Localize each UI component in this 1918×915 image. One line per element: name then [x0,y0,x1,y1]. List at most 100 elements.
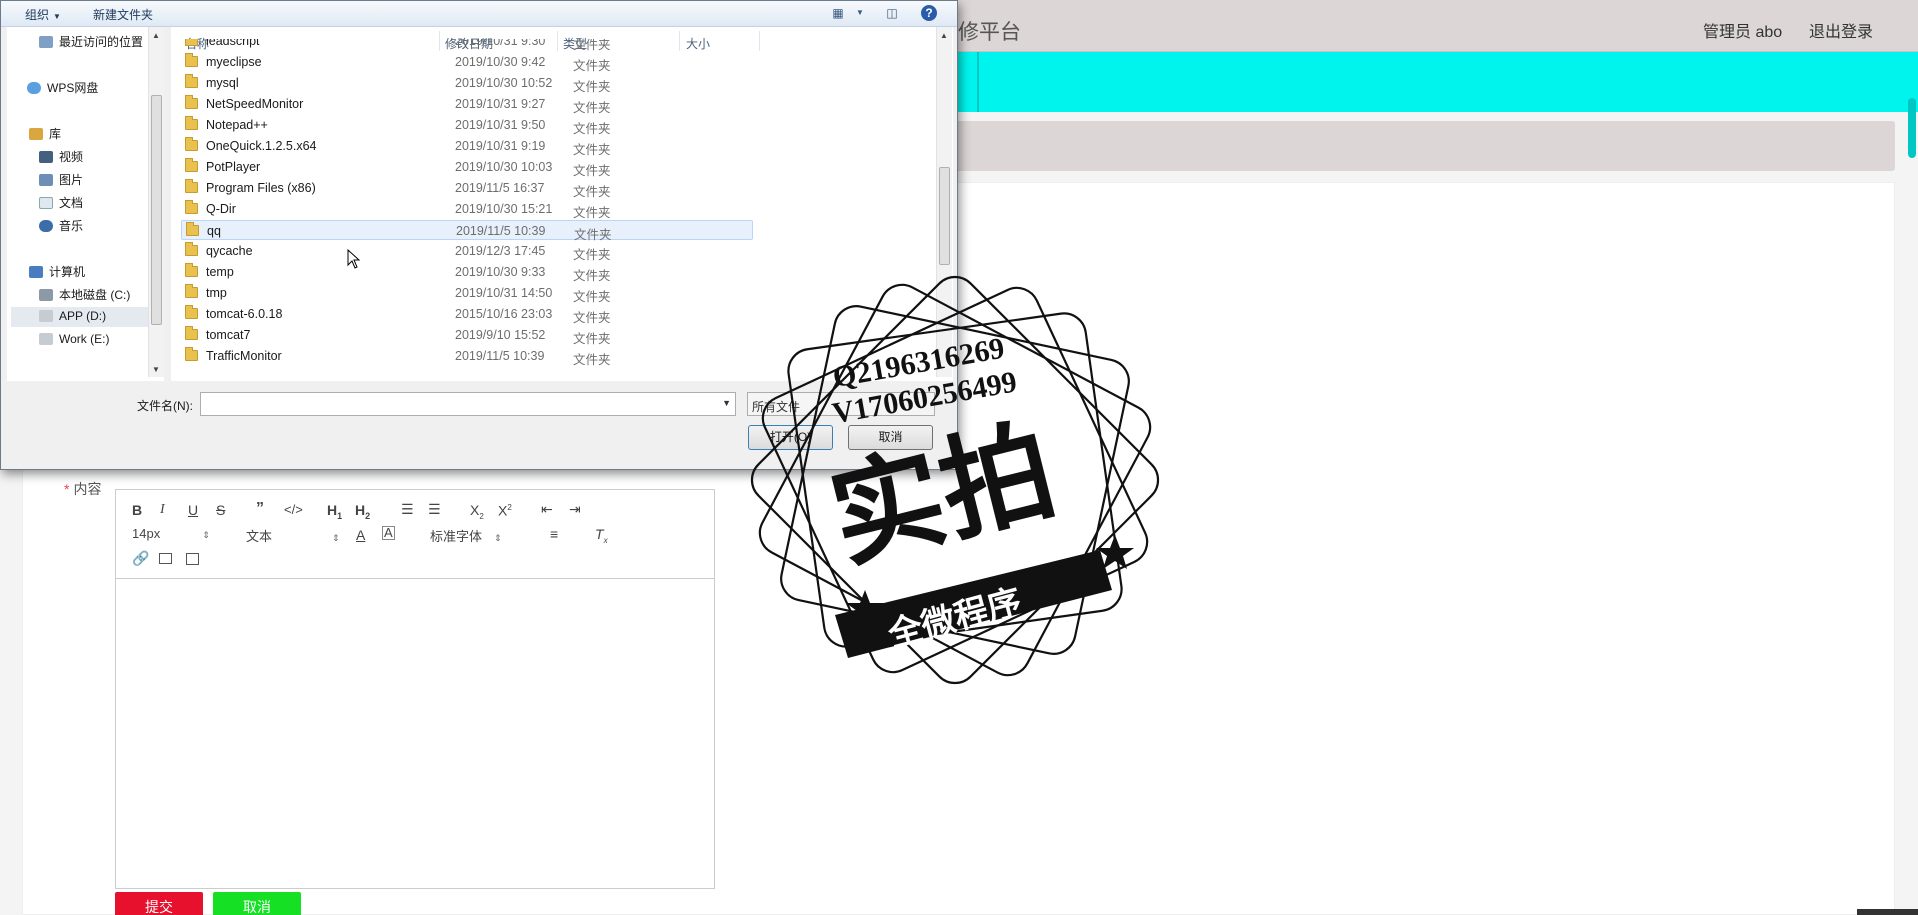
nav-item-label: 视频 [59,150,84,164]
font-family-select[interactable]: 标准字体 ⇕ [430,526,502,545]
cancel-button[interactable]: 取消 [213,892,301,915]
navigation-pane: 最近访问的位置 WPS网盘 库 视频 图片 文档 音乐 计算机 本地磁盘 (C:… [7,27,164,381]
new-folder-button[interactable]: 新建文件夹 [93,6,153,23]
organize-label: 组织 [25,8,50,22]
filename-input[interactable]: ▼ [200,392,736,416]
file-row[interactable]: OneQuick.1.2.5.x64 2019/10/31 9:19 文件夹 [181,136,927,157]
file-row[interactable]: NetSpeedMonitor 2019/10/31 9:27 文件夹 [181,94,927,115]
open-button[interactable]: 打开(O) [748,425,833,450]
nav-item-drive-e[interactable]: Work (E:) [39,332,109,346]
video-icon[interactable] [186,553,199,565]
outdent-icon[interactable]: ⇤ [541,500,553,518]
file-list-scrollbar[interactable]: ▲ [936,27,952,377]
dialog-cancel-button[interactable]: 取消 [848,425,933,450]
video-icon [39,151,53,163]
heading1-icon[interactable]: H1 [327,501,342,525]
block-type-select[interactable]: 文本 ⇕ [246,526,340,545]
file-type-select[interactable]: 所有文件 [747,392,935,416]
font-size-select[interactable]: 14px ⇕ [132,526,210,541]
nav-item-recent[interactable]: 最近访问的位置 [39,33,143,50]
editor-content-area[interactable] [116,579,714,888]
background-color-icon[interactable]: A [382,526,395,540]
file-scroll-thumb[interactable] [939,167,950,265]
scroll-down-icon[interactable]: ▼ [152,365,160,374]
organize-menu[interactable]: 组织 ▼ [25,6,61,23]
folder-icon [185,200,198,214]
font-color-icon[interactable]: A [356,526,365,544]
file-name: OneQuick.1.2.5.x64 [206,139,317,153]
nav-item-label: 本地磁盘 (C:) [59,288,131,302]
file-modified-date: 2019/10/31 14:50 [455,286,553,300]
unordered-list-icon[interactable]: ☰ [428,500,441,518]
image-icon[interactable] [159,553,172,564]
file-modified-date: 2019/11/5 10:39 [456,224,546,238]
folder-icon [185,263,198,277]
submit-button[interactable]: 提交 [115,892,203,915]
drive-icon [39,289,53,301]
ordered-list-icon[interactable]: ☰ [401,500,414,518]
underline-icon[interactable]: U [188,501,198,519]
scroll-up-icon[interactable]: ▲ [152,31,160,40]
preview-pane-icon[interactable]: ◫ [883,5,901,21]
indent-icon[interactable]: ⇥ [569,500,581,518]
file-row[interactable]: TrafficMonitor 2019/11/5 10:39 文件夹 [181,346,927,367]
nav-item-computer[interactable]: 计算机 [29,263,85,280]
file-row[interactable]: leadscript 2019/10/31 9:30 文件夹 [181,39,927,51]
nav-item-wps[interactable]: WPS网盘 [27,79,98,96]
file-row[interactable]: mysql 2019/10/30 10:52 文件夹 [181,73,927,94]
current-user[interactable]: 管理员 abo [1703,18,1782,42]
nav-scroll-thumb[interactable] [151,95,162,325]
view-options-icon[interactable]: ▦ [829,5,847,21]
bold-icon[interactable]: B [132,501,142,519]
file-type: 文件夹 [573,206,611,220]
file-name: mysql [206,76,239,90]
view-dropdown-icon[interactable]: ▼ [851,5,869,21]
help-icon[interactable]: ? [921,5,937,21]
file-row[interactable]: Program Files (x86) 2019/11/5 16:37 文件夹 [181,178,927,199]
folder-icon [185,305,198,319]
file-row[interactable]: PotPlayer 2019/10/30 10:03 文件夹 [181,157,927,178]
file-name: PotPlayer [206,160,261,174]
heading2-icon[interactable]: H2 [355,501,370,525]
file-modified-date: 2019/11/5 10:39 [455,349,545,363]
folder-icon [185,347,198,361]
file-modified-date: 2019/10/31 9:19 [455,139,546,153]
file-row[interactable]: tmp 2019/10/31 14:50 文件夹 [181,283,927,304]
nav-item-drive-d[interactable]: APP (D:) [11,307,148,327]
nav-item-library[interactable]: 库 [29,125,61,142]
superscript-icon[interactable]: X2 [498,499,512,520]
file-type: 文件夹 [573,353,611,367]
font-size-value: 14px [132,526,161,541]
nav-item-pictures[interactable]: 图片 [39,171,83,188]
code-icon[interactable]: </> [284,501,303,519]
nav-scrollbar[interactable]: ▲ ▼ [148,27,164,377]
file-row[interactable]: myeclipse 2019/10/30 9:42 文件夹 [181,52,927,73]
nav-item-documents[interactable]: 文档 [39,194,83,211]
file-row[interactable]: Notepad++ 2019/10/31 9:50 文件夹 [181,115,927,136]
content-label-text: 内容 [73,481,102,497]
file-row[interactable]: qq 2019/11/5 10:39 文件夹 [181,220,753,242]
block-type-arrow-icon: ⇕ [332,533,340,543]
file-row[interactable]: qycache 2019/12/3 17:45 文件夹 [181,241,927,262]
nav-item-video[interactable]: 视频 [39,148,83,165]
blockquote-icon[interactable]: ” [256,500,264,518]
file-row[interactable]: tomcat-6.0.18 2015/10/16 23:03 文件夹 [181,304,927,325]
subscript-icon[interactable]: X2 [470,501,484,526]
strikethrough-icon[interactable]: S [216,501,225,519]
file-row[interactable]: temp 2019/10/30 9:33 文件夹 [181,262,927,283]
page-scrollbar-thumb[interactable] [1908,98,1916,158]
nav-item-music[interactable]: 音乐 [39,217,83,234]
italic-icon[interactable]: I [160,501,165,519]
scroll-up-icon[interactable]: ▲ [940,31,948,40]
clear-format-icon[interactable]: Tx [595,525,608,550]
file-row[interactable]: Q-Dir 2019/10/30 15:21 文件夹 [181,199,927,220]
chevron-down-icon[interactable]: ▼ [722,398,731,408]
logout-link[interactable]: 退出登录 [1809,18,1873,42]
file-row[interactable]: tomcat7 2019/9/10 15:52 文件夹 [181,325,927,346]
align-icon[interactable]: ≡ [550,525,558,543]
nav-item-drive-c[interactable]: 本地磁盘 (C:) [39,286,130,303]
link-icon[interactable]: 🔗 [132,549,149,567]
rich-text-editor: B I U S ” </> H1 H2 ☰ ☰ X2 X2 ⇤ ⇥ 14px ⇕ … [115,489,715,889]
editor-toolbar: B I U S ” </> H1 H2 ☰ ☰ X2 X2 ⇤ ⇥ 14px ⇕ … [116,490,714,579]
library-icon [29,128,43,140]
